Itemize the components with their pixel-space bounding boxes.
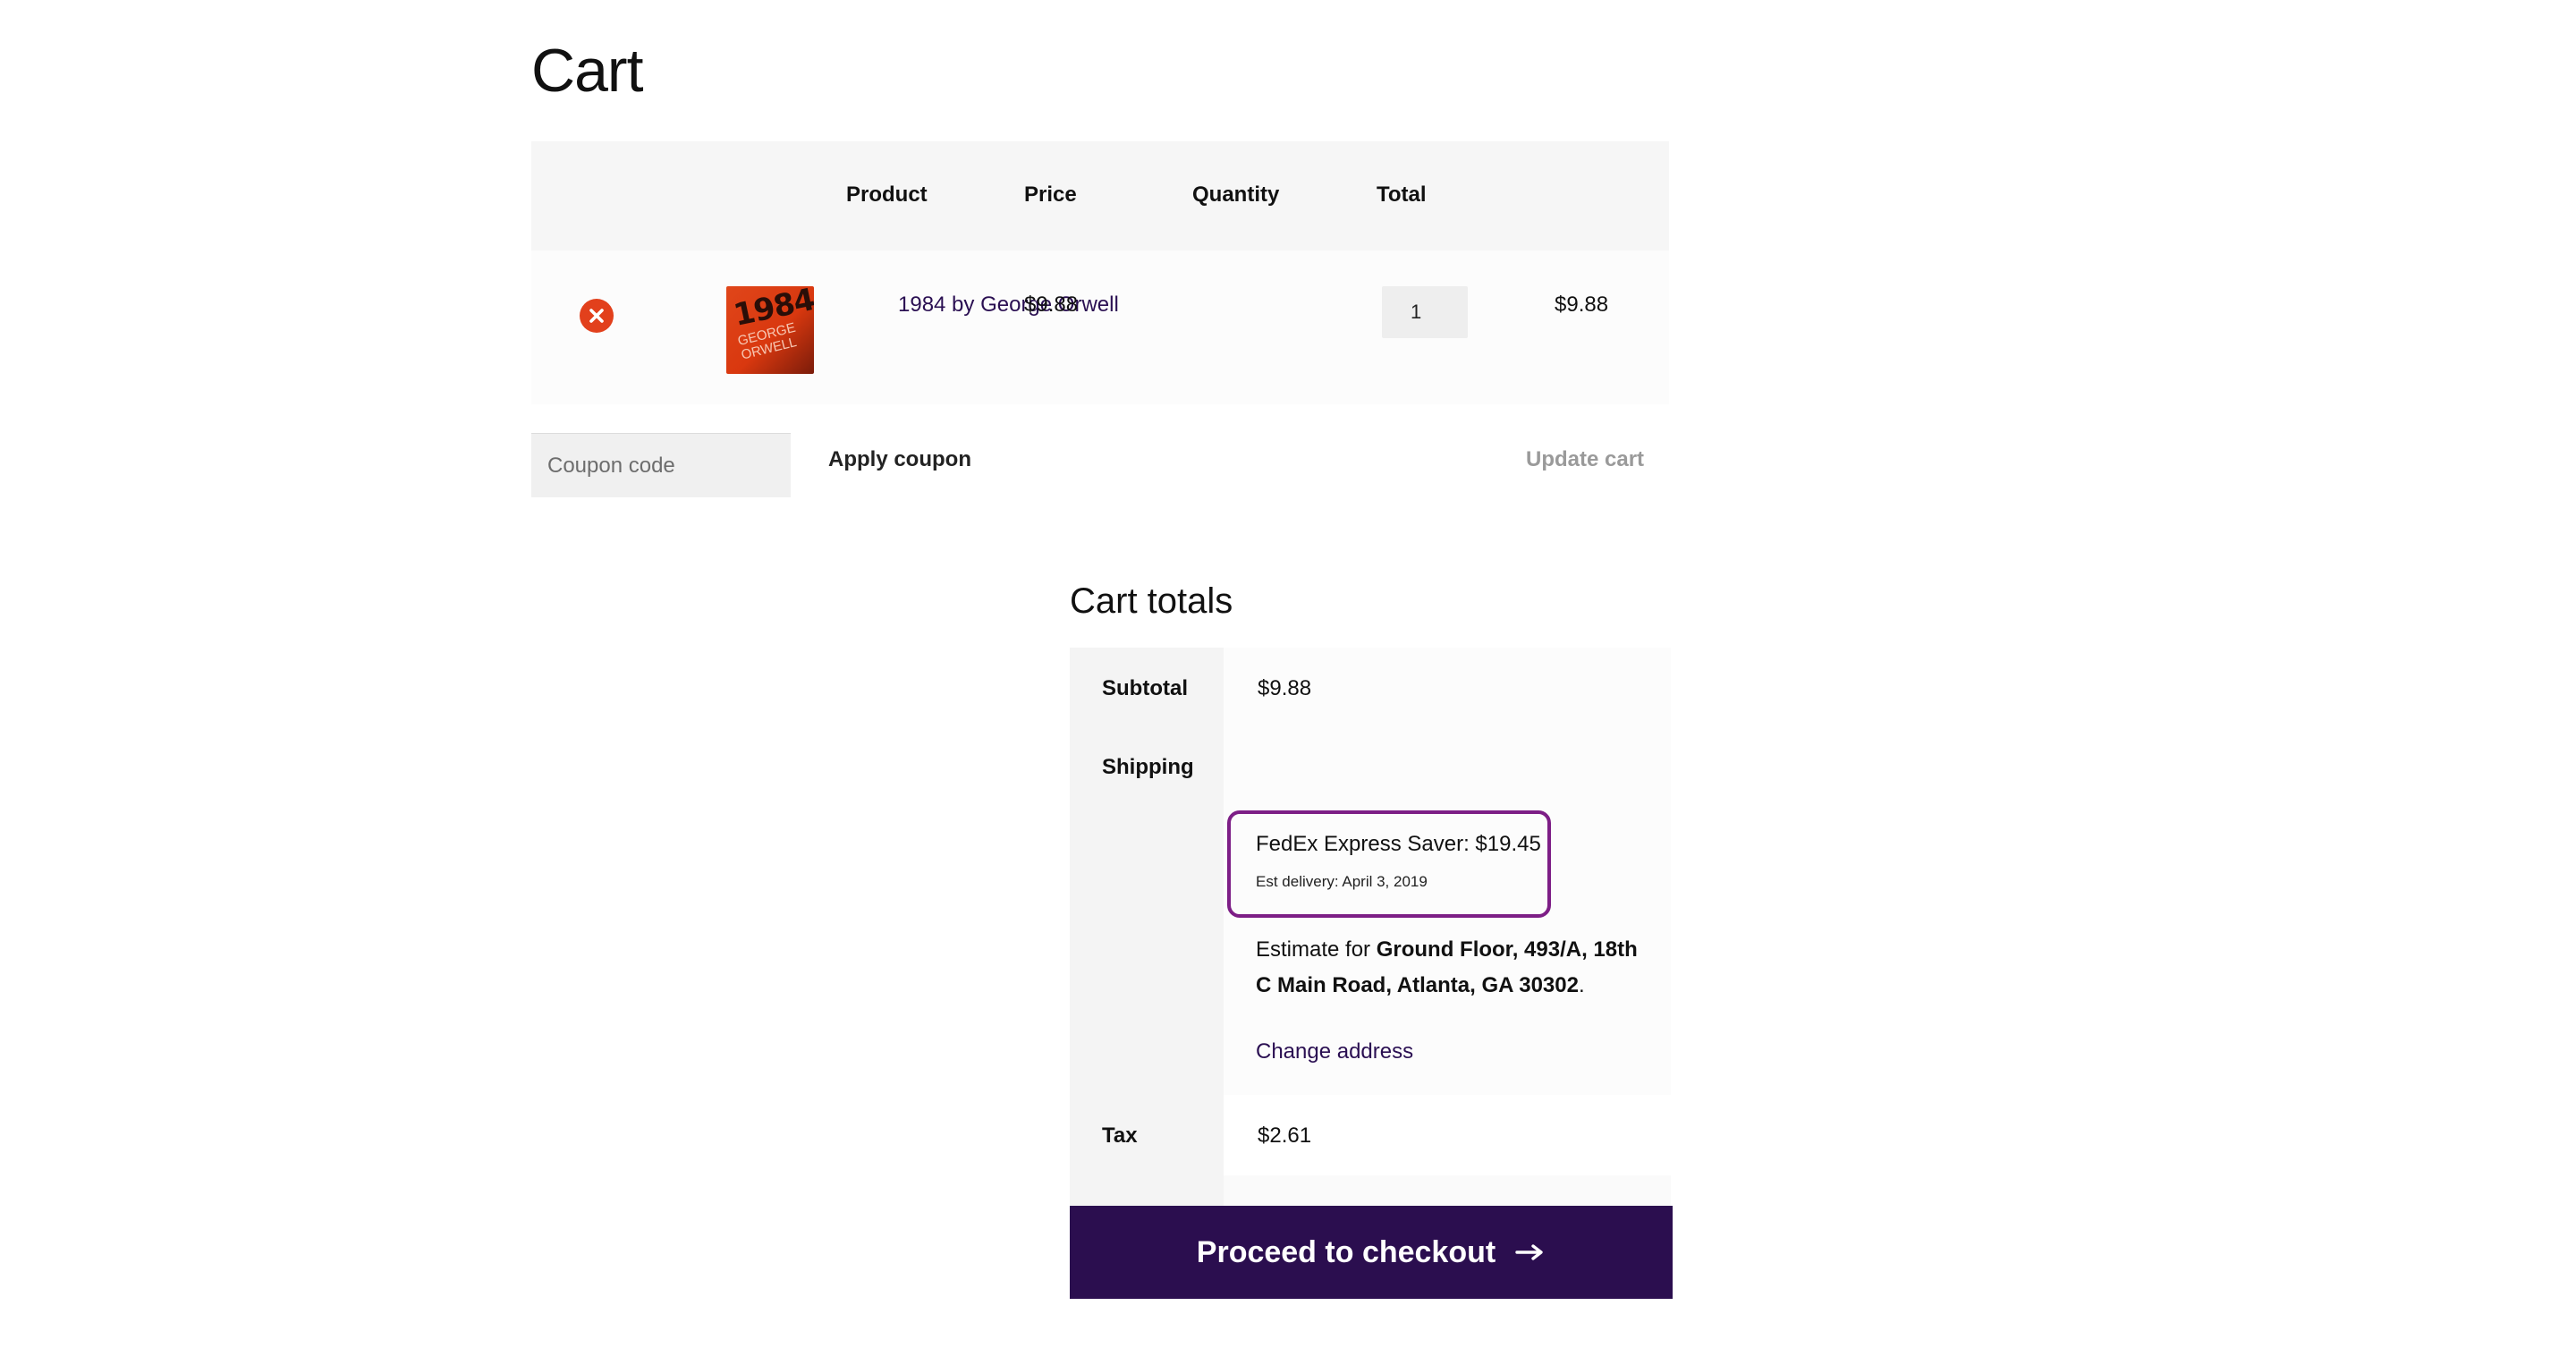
subtotal-row: Subtotal $9.88	[1070, 648, 1671, 726]
cart-table: Product Price Quantity Total 1984 GEORGE…	[531, 141, 1669, 404]
arrow-right-icon	[1515, 1244, 1543, 1260]
quantity-input[interactable]	[1382, 286, 1468, 338]
close-icon	[589, 309, 604, 323]
tax-value: $2.61	[1224, 1095, 1671, 1175]
estimate-prefix: Estimate for	[1256, 937, 1377, 962]
header-total: Total	[1377, 182, 1427, 207]
item-total: $9.88	[1555, 292, 1609, 317]
page-title: Cart	[531, 37, 643, 105]
shipping-method-highlight	[1227, 810, 1551, 918]
estimate-suffix: .	[1578, 973, 1585, 997]
change-address-link[interactable]: Change address	[1256, 1039, 1413, 1064]
item-price: $9.88	[1024, 292, 1079, 317]
cart-item-row: 1984 GEORGE ORWELL 1984 by George Orwell…	[531, 250, 1669, 404]
shipping-address-estimate: Estimate for Ground Floor, 493/A, 18th C…	[1256, 932, 1649, 1004]
header-product: Product	[846, 182, 928, 207]
subtotal-value: $9.88	[1224, 648, 1671, 726]
product-name-link[interactable]: 1984 by George Orwell	[898, 292, 1119, 318]
proceed-to-checkout-button[interactable]: Proceed to checkout	[1070, 1206, 1673, 1299]
remove-item-button[interactable]	[580, 299, 614, 333]
coupon-code-input[interactable]	[531, 433, 791, 497]
header-quantity: Quantity	[1192, 182, 1280, 207]
apply-coupon-button[interactable]: Apply coupon	[828, 447, 971, 472]
cart-totals-title: Cart totals	[1070, 581, 1233, 621]
cart-table-header: Product Price Quantity Total	[531, 141, 1669, 250]
tax-row: Tax $2.61	[1070, 1095, 1671, 1175]
shipping-row: Shipping FedEx Express Saver: $19.45 Est…	[1070, 726, 1671, 1095]
shipping-label: Shipping	[1070, 726, 1224, 1095]
cart-page: Cart Product Price Quantity Total 1984 G…	[0, 0, 2576, 1365]
shipping-estimate-date: Est delivery: April 3, 2019	[1256, 873, 1428, 890]
tax-label: Tax	[1070, 1095, 1224, 1175]
cart-totals-table: Subtotal $9.88 Shipping FedEx Express Sa…	[1070, 648, 1671, 1254]
product-thumbnail[interactable]: 1984 GEORGE ORWELL	[726, 286, 814, 374]
checkout-label: Proceed to checkout	[1196, 1234, 1496, 1269]
subtotal-label: Subtotal	[1070, 648, 1224, 726]
update-cart-button[interactable]: Update cart	[1526, 447, 1644, 472]
header-price: Price	[1024, 182, 1077, 207]
shipping-method: FedEx Express Saver: $19.45	[1256, 832, 1541, 856]
